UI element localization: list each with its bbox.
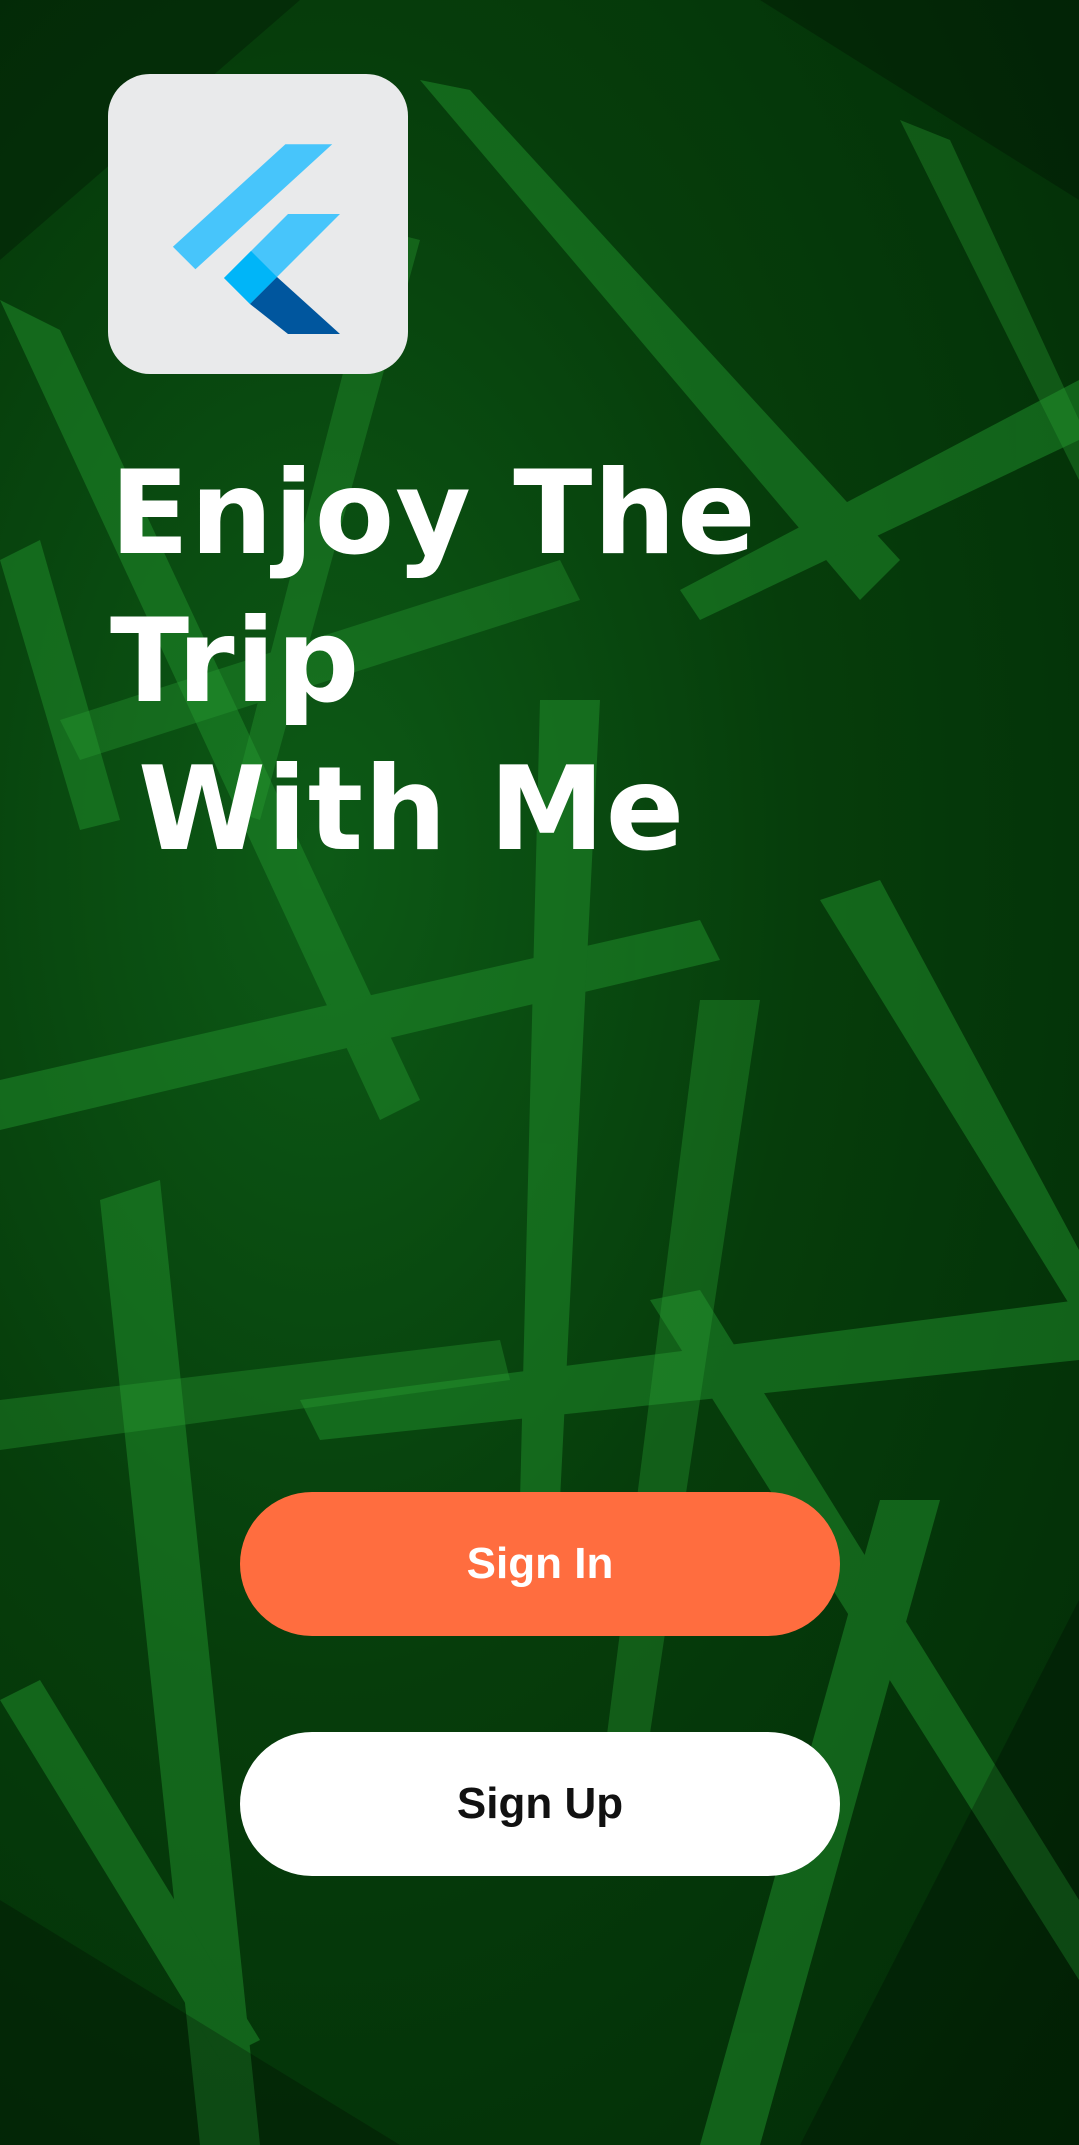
- flutter-logo-icon: [172, 144, 340, 334]
- sign-in-button[interactable]: Sign In: [240, 1492, 840, 1636]
- headline-line-2: With Me: [138, 742, 686, 877]
- headline-line-1: Enjoy The Trip: [110, 446, 757, 729]
- app-logo: [108, 74, 408, 374]
- welcome-screen: Enjoy The Trip With Me Sign In Sign Up: [0, 0, 1079, 2145]
- headline: Enjoy The Trip With Me: [110, 440, 1010, 884]
- sign-up-button[interactable]: Sign Up: [240, 1732, 840, 1876]
